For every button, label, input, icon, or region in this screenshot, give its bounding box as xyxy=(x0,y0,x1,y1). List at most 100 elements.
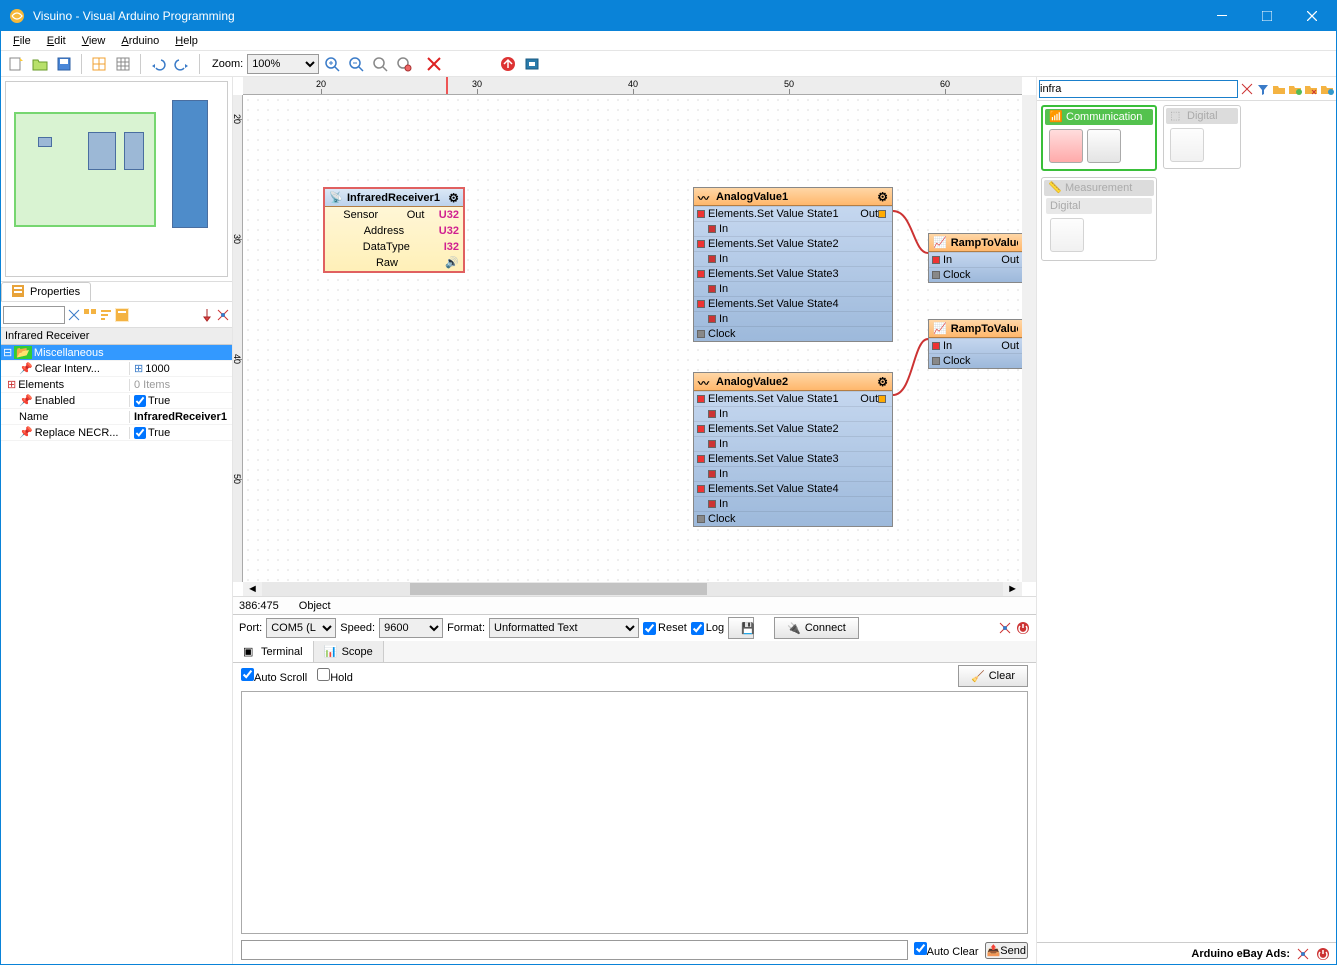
component-pin-row[interactable]: In xyxy=(694,311,892,326)
autoscroll-checkbox[interactable]: Auto Scroll xyxy=(241,668,307,684)
component-analog-value-2[interactable]: 〰AnalogValue2⚙ Elements.Set Value State1… xyxy=(693,372,893,527)
component-ramp-2[interactable]: 📈RampToValue InOut Clock xyxy=(928,319,1022,369)
gear-icon[interactable]: ⚙ xyxy=(877,375,888,389)
prop-settings-icon[interactable] xyxy=(216,308,230,322)
send-button[interactable]: 📤Send xyxy=(985,942,1028,959)
save-button[interactable] xyxy=(53,53,75,75)
delete-button[interactable] xyxy=(423,53,445,75)
log-file-button[interactable]: 💾 xyxy=(728,617,754,639)
property-value[interactable]: 1000 xyxy=(145,363,169,375)
clear-button[interactable]: 🧹Clear xyxy=(958,665,1028,687)
folder2-icon[interactable] xyxy=(1288,82,1302,96)
property-checkbox[interactable] xyxy=(134,395,146,407)
component-analog-value-1[interactable]: 〰AnalogValue1⚙ Elements.Set Value State1… xyxy=(693,187,893,342)
component-pin-row[interactable]: Elements.Set Value State4 xyxy=(694,296,892,311)
clear-search-icon[interactable] xyxy=(1240,82,1254,96)
zoom-fit-button[interactable] xyxy=(369,53,391,75)
property-value[interactable]: InfraredReceiver1 xyxy=(134,411,227,423)
component-pin-row[interactable]: Elements.Set Value State4 xyxy=(694,481,892,496)
menu-view[interactable]: View xyxy=(74,33,114,49)
serial-power-icon[interactable] xyxy=(1016,621,1030,635)
upload-button[interactable] xyxy=(497,53,519,75)
palette-item[interactable] xyxy=(1049,129,1083,163)
ads-settings-icon[interactable] xyxy=(1296,947,1310,961)
property-row[interactable]: 📌Replace NECR...True xyxy=(1,425,232,441)
component-pin-row[interactable]: In xyxy=(694,251,892,266)
menu-help[interactable]: Help xyxy=(167,33,206,49)
hold-checkbox[interactable]: Hold xyxy=(317,668,353,684)
port-select[interactable]: COM5 (L xyxy=(266,618,336,638)
canvas[interactable]: 📡InfraredReceiver1⚙ SensorOutU32 Address… xyxy=(243,95,1022,582)
close-button[interactable] xyxy=(1289,2,1334,30)
reset-checkbox[interactable]: Reset xyxy=(643,622,687,635)
gear-icon[interactable]: ⚙ xyxy=(877,190,888,204)
properties-tab[interactable]: Properties xyxy=(1,282,91,301)
prop-pin-icon[interactable] xyxy=(200,308,214,322)
serial-output[interactable] xyxy=(241,691,1028,934)
grid-button[interactable] xyxy=(112,53,134,75)
autoclear-checkbox[interactable]: Auto Clear xyxy=(914,942,979,958)
folder3-icon[interactable] xyxy=(1304,82,1318,96)
palette-item[interactable] xyxy=(1087,129,1121,163)
serial-settings-icon[interactable] xyxy=(998,621,1012,635)
speed-select[interactable]: 9600 xyxy=(379,618,443,638)
component-pin-row[interactable]: Elements.Set Value State3 xyxy=(694,451,892,466)
component-pin-row[interactable]: Elements.Set Value State1Out xyxy=(694,391,892,406)
palette-item[interactable] xyxy=(1050,218,1084,252)
terminal-tab[interactable]: ▣Terminal xyxy=(233,641,314,662)
connect-button[interactable]: 🔌Connect xyxy=(774,617,859,639)
minimize-button[interactable] xyxy=(1199,2,1244,30)
component-pin-row[interactable]: In xyxy=(694,406,892,421)
property-row[interactable]: ⊟📂Miscellaneous xyxy=(1,345,232,361)
property-row[interactable]: ⊞Elements0 Items xyxy=(1,377,232,393)
property-row[interactable]: NameInfraredReceiver1 xyxy=(1,409,232,425)
vertical-scrollbar[interactable] xyxy=(1022,95,1036,582)
prop-group-icon[interactable] xyxy=(83,308,97,322)
folder4-icon[interactable] xyxy=(1320,82,1334,96)
property-checkbox[interactable] xyxy=(134,427,146,439)
grid-snap-button[interactable] xyxy=(88,53,110,75)
component-pin-row[interactable]: In xyxy=(694,436,892,451)
folder1-icon[interactable] xyxy=(1272,82,1286,96)
component-pin-row[interactable]: Elements.Set Value State3 xyxy=(694,266,892,281)
prop-sort-icon[interactable] xyxy=(99,308,113,322)
ads-power-icon[interactable] xyxy=(1316,947,1330,961)
component-pin-row[interactable]: Elements.Set Value State1Out xyxy=(694,206,892,221)
zoom-out-button[interactable] xyxy=(345,53,367,75)
component-ramp-1[interactable]: 📈RampToValue InOut Clock xyxy=(928,233,1022,283)
properties-filter-input[interactable] xyxy=(3,306,65,324)
property-row[interactable]: 📌Clear Interv...⊞1000 xyxy=(1,361,232,377)
collapse-icon[interactable]: ⊟ xyxy=(3,346,12,359)
zoom-select[interactable]: 100% xyxy=(247,54,319,74)
prop-cat-icon[interactable] xyxy=(115,308,129,322)
maximize-button[interactable] xyxy=(1244,2,1289,30)
palette-search-input[interactable] xyxy=(1039,80,1238,98)
component-ir-receiver[interactable]: 📡InfraredReceiver1⚙ SensorOutU32 Address… xyxy=(323,187,465,273)
redo-button[interactable] xyxy=(171,53,193,75)
palette-item[interactable] xyxy=(1170,128,1204,162)
property-row[interactable]: 📌EnabledTrue xyxy=(1,393,232,409)
menu-arduino[interactable]: Arduino xyxy=(113,33,167,49)
zoom-in-button[interactable] xyxy=(321,53,343,75)
gear-icon[interactable]: ⚙ xyxy=(448,191,459,205)
component-pin-row[interactable]: Elements.Set Value State2 xyxy=(694,421,892,436)
menu-edit[interactable]: Edit xyxy=(39,33,74,49)
menu-file[interactable]: File xyxy=(5,33,39,49)
log-checkbox[interactable]: Log xyxy=(691,622,724,635)
prop-clear-icon[interactable] xyxy=(67,308,81,322)
open-button[interactable] xyxy=(29,53,51,75)
component-pin-row[interactable]: Clock xyxy=(694,326,892,341)
undo-button[interactable] xyxy=(147,53,169,75)
component-pin-row[interactable]: In xyxy=(694,281,892,296)
component-pin-row[interactable]: Elements.Set Value State2 xyxy=(694,236,892,251)
component-pin-row[interactable]: In xyxy=(694,466,892,481)
zoom-reset-button[interactable] xyxy=(393,53,415,75)
component-pin-row[interactable]: In xyxy=(694,496,892,511)
component-pin-row[interactable]: In xyxy=(694,221,892,236)
property-value[interactable]: 0 Items xyxy=(134,379,170,391)
scope-tab[interactable]: 📊Scope xyxy=(314,641,384,662)
format-select[interactable]: Unformatted Text xyxy=(489,618,639,638)
new-button[interactable] xyxy=(5,53,27,75)
filter-icon[interactable] xyxy=(1256,82,1270,96)
overview-panel[interactable] xyxy=(1,77,232,282)
